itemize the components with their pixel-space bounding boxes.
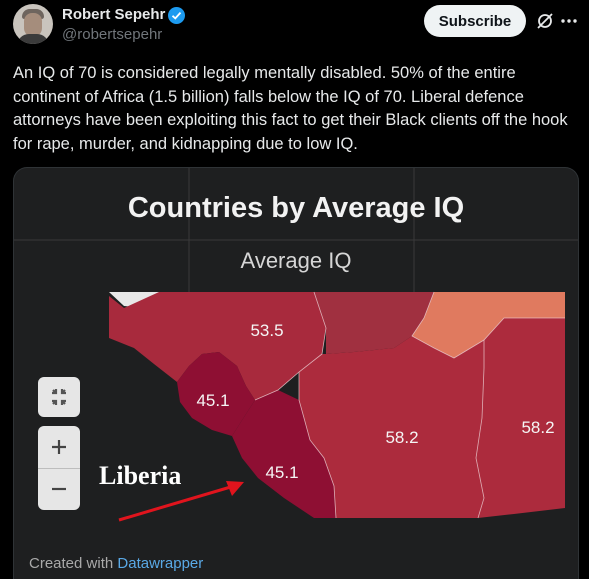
zoom-out-button[interactable] — [38, 468, 80, 510]
label-sierra-leone: 45.1 — [196, 391, 229, 410]
fit-icon — [52, 389, 66, 405]
author-name[interactable]: Robert Sepehr — [62, 6, 165, 23]
zoom-controls — [38, 426, 80, 510]
plus-icon — [52, 440, 66, 454]
verified-badge-icon — [168, 7, 185, 24]
map-graticule — [14, 168, 578, 298]
subscribe-button[interactable]: Subscribe — [424, 5, 526, 37]
grok-icon[interactable] — [536, 12, 554, 30]
post-text: An IQ of 70 is considered legally mental… — [13, 64, 568, 153]
fit-map-button[interactable] — [38, 377, 80, 417]
map-canvas: 53.5 45.1 45.1 58.2 58.2 Liberia — [14, 168, 578, 522]
author-avatar[interactable] — [13, 4, 53, 44]
avatar-shirt — [17, 34, 49, 44]
annotation-arrow — [118, 484, 235, 522]
more-options-icon[interactable] — [560, 11, 578, 31]
annotation-label: Liberia — [99, 461, 181, 490]
credit-prefix: Created with — [29, 555, 114, 572]
label-ghana: 58.2 — [521, 418, 554, 437]
label-liberia: 45.1 — [265, 463, 298, 482]
zoom-in-button[interactable] — [38, 426, 80, 468]
label-guinea: 53.5 — [250, 321, 283, 340]
credit-line: Created with Datawrapper — [29, 555, 203, 572]
datawrapper-link[interactable]: Datawrapper — [117, 555, 203, 572]
minus-icon — [52, 487, 66, 491]
legend-title: Average IQ — [240, 248, 352, 273]
post-media-map[interactable]: 53.5 45.1 45.1 58.2 58.2 Liberia Countri… — [13, 167, 579, 579]
map-title: Countries by Average IQ — [127, 192, 465, 224]
label-cote-divoire: 58.2 — [385, 428, 418, 447]
author-handle[interactable]: @robertsepehr — [62, 26, 162, 43]
